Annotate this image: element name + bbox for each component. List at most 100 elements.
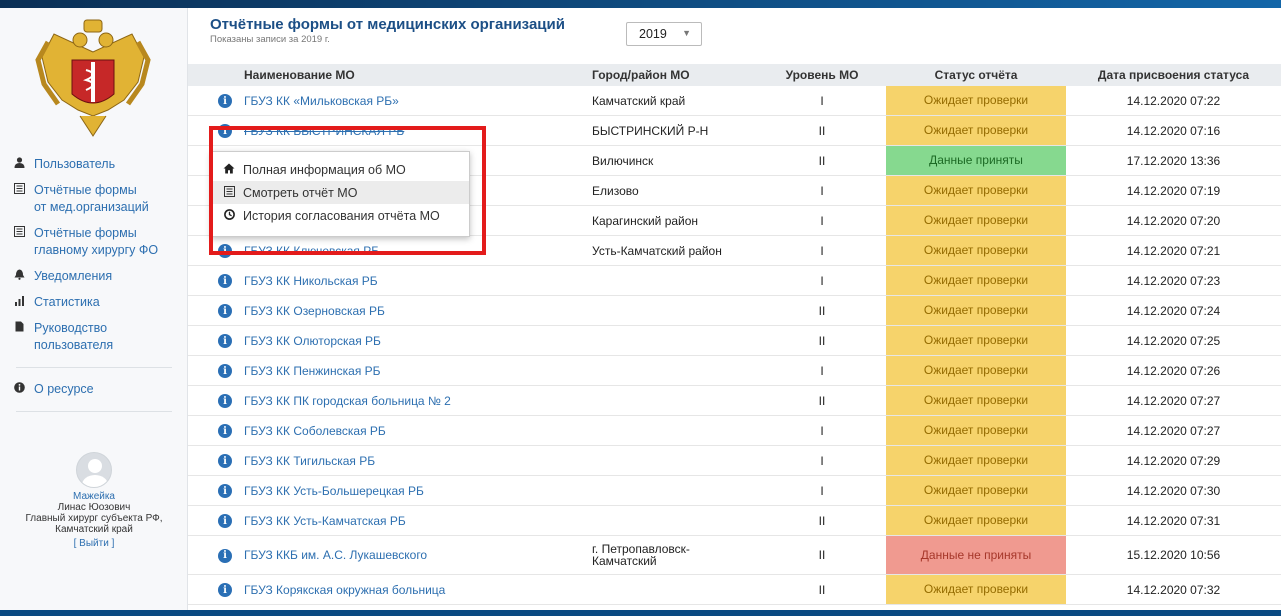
info-icon[interactable]: i xyxy=(218,304,232,319)
row-info-cell: i xyxy=(188,265,238,296)
mo-name[interactable]: ГБУЗ КК Пенжинская РБ xyxy=(238,355,586,386)
mo-name[interactable]: ГБУЗ КК Усть-Большерецкая РБ xyxy=(238,475,586,506)
list-icon xyxy=(12,225,26,237)
mo-level: II xyxy=(758,145,886,176)
mo-level: II xyxy=(758,295,886,326)
status-badge: Ожидает проверки xyxy=(886,326,1066,355)
status-date: 14.12.2020 07:32 xyxy=(1066,574,1281,605)
status-badge: Данные приняты xyxy=(886,146,1066,175)
info-icon[interactable]: i xyxy=(218,334,232,349)
status-badge: Ожидает проверки xyxy=(886,416,1066,445)
row-info-cell: i xyxy=(188,415,238,446)
report-status-cell: Данные приняты xyxy=(886,145,1066,176)
table-row: i ГБУЗ КК Пенжинская РБ I Ожидает проверки 1… xyxy=(188,355,1281,386)
status-badge: Ожидает проверки xyxy=(886,386,1066,415)
sidebar-item-about[interactable]: О ресурсе xyxy=(0,378,188,401)
mo-name[interactable]: ГБУЗ КК Соболевская РБ xyxy=(238,415,586,446)
info-icon[interactable]: i xyxy=(218,583,232,598)
mo-name[interactable]: ГБУЗ ККБ им. А.С. Лукашевского xyxy=(238,535,586,575)
page-header: Отчётные формы от медицинских организаци… xyxy=(210,16,565,45)
info-icon[interactable]: i xyxy=(218,424,232,439)
info-icon[interactable]: i xyxy=(218,94,232,109)
status-badge: Ожидает проверки xyxy=(886,116,1066,145)
status-badge: Ожидает проверки xyxy=(886,236,1066,265)
report-status-cell: Ожидает проверки xyxy=(886,295,1066,326)
table-row: i ГБУЗ КК Озерновская РБ II Ожидает проверк… xyxy=(188,295,1281,326)
table-row: i ГБУЗ КК ПК городская больница № 2 II Ожид… xyxy=(188,385,1281,416)
mo-name[interactable]: ГБУЗ КК Тигильская РБ xyxy=(238,445,586,476)
column-header-name[interactable]: Наименование МО xyxy=(238,64,586,86)
mo-level: I xyxy=(758,445,886,476)
user-given-name: Линас Юозович xyxy=(57,502,131,513)
mo-name[interactable]: ГБУЗ КК ПК городская больница № 2 xyxy=(238,385,586,416)
mo-level: II xyxy=(758,325,886,356)
column-header-date[interactable]: Дата присвоения статуса xyxy=(1066,64,1281,86)
info-icon[interactable]: i xyxy=(218,364,232,379)
mo-level: I xyxy=(758,175,886,206)
mo-name[interactable]: ГБУЗ КК Усть-Камчатская РБ xyxy=(238,505,586,536)
report-status-cell: Ожидает проверки xyxy=(886,385,1066,416)
top-band xyxy=(0,0,1281,8)
status-date: 14.12.2020 07:31 xyxy=(1066,505,1281,536)
mo-city: БЫСТРИНСКИЙ Р-Н xyxy=(586,115,758,146)
column-header-status[interactable]: Статус отчёта xyxy=(886,64,1066,86)
row-info-cell: i xyxy=(188,355,238,386)
status-date: 14.12.2020 07:30 xyxy=(1066,475,1281,506)
column-header-city[interactable]: Город/район МО xyxy=(586,64,758,86)
row-info-cell: i xyxy=(188,295,238,326)
sidebar-item-statistics[interactable]: Статистика xyxy=(0,291,188,314)
table-header-row: Наименование МО Город/район МО Уровень М… xyxy=(188,64,1281,86)
mo-name[interactable]: ГБУЗ КК «Мильковская РБ» xyxy=(238,86,586,116)
mo-city: Камчатский край xyxy=(586,86,758,116)
mo-level: I xyxy=(758,205,886,236)
main-content: Отчётные формы от медицинских организаци… xyxy=(188,8,1281,610)
mo-city: Вилючинск xyxy=(586,145,758,176)
sidebar-item-fo-reports[interactable]: Отчётные формы главному хирургу ФО xyxy=(0,222,188,262)
page-subtitle: Показаны записи за 2019 г. xyxy=(210,34,330,45)
report-status-cell: Ожидает проверки xyxy=(886,415,1066,446)
mo-name[interactable]: ГБУЗ КК Никольская РБ xyxy=(238,265,586,296)
mo-city xyxy=(586,325,758,356)
ministry-emblem-logo xyxy=(35,19,151,137)
mo-city xyxy=(586,265,758,296)
row-info-cell: i xyxy=(188,505,238,536)
column-header-level[interactable]: Уровень МО xyxy=(758,64,886,86)
info-icon[interactable]: i xyxy=(218,454,232,469)
sidebar-item-user-guide[interactable]: Руководство пользователя xyxy=(0,317,188,357)
mo-level: I xyxy=(758,265,886,296)
sidebar-item-mo-reports[interactable]: Отчётные формы от мед.организаций xyxy=(0,179,188,219)
mo-level: I xyxy=(758,475,886,506)
info-icon[interactable]: i xyxy=(218,394,232,409)
mo-name[interactable]: ГБУЗ КК Олюторская РБ xyxy=(238,325,586,356)
info-icon xyxy=(12,381,26,393)
sidebar-divider xyxy=(16,411,172,412)
status-date: 14.12.2020 07:25 xyxy=(1066,325,1281,356)
user-surname[interactable]: Мажейка xyxy=(0,491,188,502)
sidebar-item-user[interactable]: Пользователь xyxy=(0,153,188,176)
year-select-value: 2019 xyxy=(639,27,667,41)
info-icon[interactable]: i xyxy=(218,548,232,563)
logout-link[interactable]: [ Выйти ] xyxy=(74,538,115,549)
mo-name[interactable]: ГБУЗ КК Озерновская РБ xyxy=(238,295,586,326)
mo-level: I xyxy=(758,355,886,386)
mo-name[interactable]: ГБУЗ Корякская окружная больница xyxy=(238,574,586,605)
status-date: 14.12.2020 07:22 xyxy=(1066,86,1281,116)
mo-level: II xyxy=(758,535,886,575)
info-icon[interactable]: i xyxy=(218,484,232,499)
status-date: 14.12.2020 07:29 xyxy=(1066,445,1281,476)
year-select[interactable]: 2019 ▼ xyxy=(626,22,702,46)
mo-city: Усть-Камчатский район xyxy=(586,235,758,266)
table-row: i ГБУЗ КК Олюторская РБ II Ожидает проверки… xyxy=(188,325,1281,356)
status-date: 14.12.2020 07:16 xyxy=(1066,115,1281,146)
mo-city xyxy=(586,445,758,476)
status-date: 14.12.2020 07:27 xyxy=(1066,415,1281,446)
sidebar-item-notifications[interactable]: Уведомления xyxy=(0,265,188,288)
status-date: 14.12.2020 07:19 xyxy=(1066,175,1281,206)
info-icon[interactable]: i xyxy=(218,514,232,529)
file-icon xyxy=(12,320,26,332)
sidebar-item-label: Руководство пользователя xyxy=(34,321,114,352)
report-status-cell: Ожидает проверки xyxy=(886,445,1066,476)
mo-city xyxy=(586,295,758,326)
info-icon[interactable]: i xyxy=(218,274,232,289)
report-status-cell: Ожидает проверки xyxy=(886,475,1066,506)
